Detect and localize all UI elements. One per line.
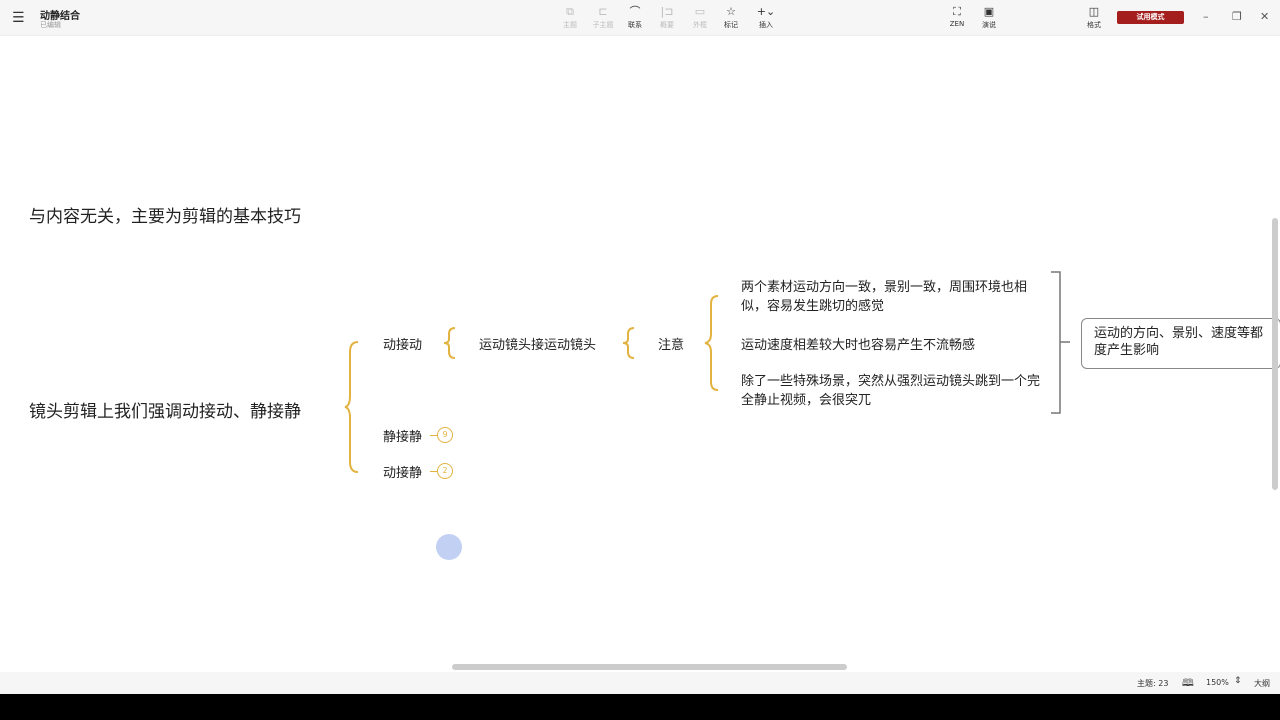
restore-icon[interactable]: ❐: [1232, 10, 1242, 23]
toolbar-summary-button[interactable]: |⊐ 概要: [652, 6, 682, 30]
topic-motion-to-motion[interactable]: 运动镜头接运动镜头: [479, 334, 596, 353]
zoom-level[interactable]: 150%: [1206, 678, 1229, 687]
boundary-icon: ▭: [694, 5, 706, 18]
mouse-cursor-highlight: [436, 534, 462, 560]
topic-attention[interactable]: 注意: [658, 334, 684, 353]
toolbar-relationship-button[interactable]: ⌒ 联系: [620, 6, 650, 30]
topic-count: 主题: 23: [1137, 679, 1169, 688]
video-letterbox: [0, 694, 1280, 720]
minimize-icon[interactable]: –: [1203, 10, 1209, 23]
summary-topic[interactable]: 运动的方向、景别、速度等都度产生影响: [1081, 318, 1280, 369]
relationship-icon: ⌒: [629, 5, 641, 18]
document-status: 已编辑: [40, 21, 61, 29]
vertical-scrollbar[interactable]: [1272, 218, 1278, 490]
present-button[interactable]: ▣ 演说: [974, 6, 1004, 30]
star-icon: ☆: [726, 5, 736, 18]
panel-icon: ◫: [1088, 5, 1100, 18]
topic-dong-jie-dong[interactable]: 动接动: [383, 334, 422, 353]
summary-bracket: [1051, 271, 1070, 414]
subtopic-icon: ⊏: [598, 5, 608, 18]
toolbar-boundary-button[interactable]: ▭ 外框: [685, 6, 715, 30]
toolbar-topic-button[interactable]: ⧉ 主题: [555, 6, 585, 30]
topic-icon: ⧉: [566, 5, 574, 18]
toolbar-marker-button[interactable]: ☆ 标记: [716, 6, 746, 30]
book-icon[interactable]: 🕮: [1182, 676, 1194, 693]
zen-button[interactable]: ⛶ ZEN: [942, 5, 972, 29]
title-bar: ☰ 动静结合 已编辑 ⧉ 主题 ⊏ 子主题 ⌒ 联系 |⊐ 概要 ▭ 外框 ☆ 标记 +⌄ 插…: [0, 0, 1280, 36]
fullscreen-icon: ⛶: [953, 5, 961, 18]
menu-icon[interactable]: ☰: [12, 10, 25, 26]
collapsed-count-badge[interactable]: 9: [437, 427, 453, 443]
collapsed-count-badge[interactable]: 2: [437, 463, 453, 479]
point-2[interactable]: 运动速度相差较大时也容易产生不流畅感: [741, 334, 975, 353]
topic-dong-jie-jing[interactable]: 动接静: [383, 462, 422, 481]
outline-button[interactable]: 大纲: [1254, 678, 1270, 689]
brace-3: [704, 295, 719, 391]
root-brace: [344, 341, 359, 473]
toolbar-subtopic-button[interactable]: ⊏ 子主题: [588, 6, 618, 30]
close-icon[interactable]: ✕: [1260, 10, 1269, 23]
root-topic[interactable]: 镜头剪辑上我们强调动接动、静接静: [29, 397, 301, 422]
point-3[interactable]: 除了一些特殊场景，突然从强烈运动镜头跳到一个完全静止视频，会很突兀: [741, 372, 1041, 410]
play-icon: ▣: [983, 5, 995, 18]
brace-2: [622, 327, 635, 359]
trial-mode-button[interactable]: 试用模式: [1117, 11, 1184, 24]
toolbar-insert-button[interactable]: +⌄ 插入: [751, 6, 781, 30]
brace-1: [443, 327, 456, 359]
topic-jing-jie-jing[interactable]: 静接静: [383, 426, 422, 445]
zoom-stepper-icon[interactable]: ⇕: [1234, 676, 1242, 686]
format-button[interactable]: ◫ 格式: [1079, 6, 1109, 30]
plus-icon: +⌄: [756, 5, 776, 18]
summary-icon: |⊐: [660, 5, 674, 18]
floating-note[interactable]: 与内容无关，主要为剪辑的基本技巧: [29, 202, 301, 227]
status-bar: 主题: 23 🕮 150% ⇕ 大纲: [0, 672, 1280, 694]
horizontal-scrollbar[interactable]: [452, 664, 847, 670]
point-1[interactable]: 两个素材运动方向一致，景别一致，周围环境也相似，容易发生跳切的感觉: [741, 278, 1041, 316]
